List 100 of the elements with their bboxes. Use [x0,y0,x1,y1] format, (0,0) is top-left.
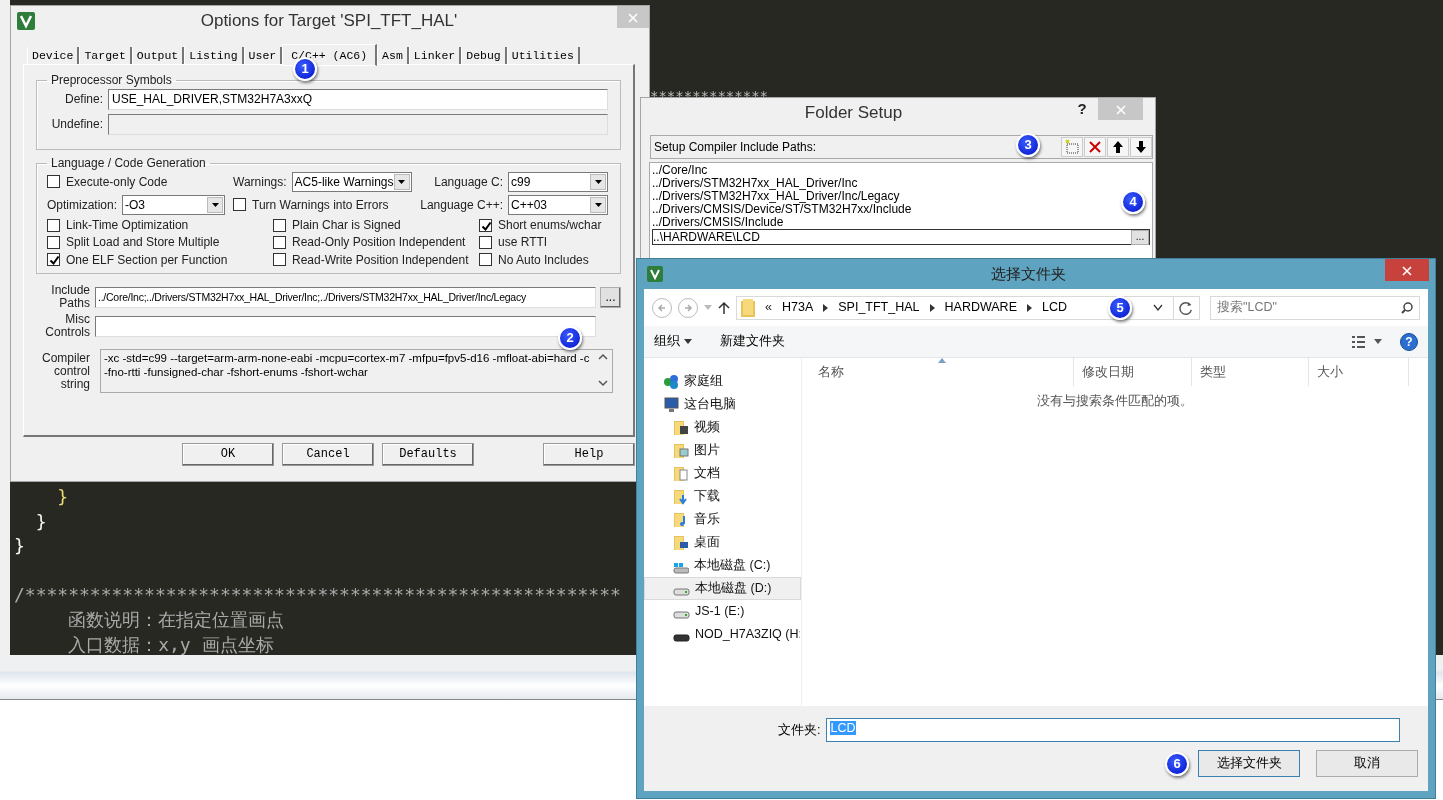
field-label: Define: [63,92,103,107]
checkbox[interactable] [479,253,492,267]
breadcrumb[interactable]: LCD [1042,300,1067,315]
drive-icon [673,610,690,619]
dialog-button[interactable]: Defaults [382,443,474,466]
dialog-button[interactable]: 选择文件夹 [1198,750,1300,777]
up-arrow-icon[interactable] [718,300,730,315]
checkbox[interactable] [47,218,60,232]
column-header[interactable]: 名称 [802,358,1074,386]
browse-button[interactable]: ... [600,286,621,308]
checkbox[interactable] [47,253,60,267]
chevron-icon[interactable] [1153,303,1163,312]
dialog-button[interactable]: Cancel [282,443,374,466]
checkbox[interactable] [233,198,246,212]
overflow-marker[interactable]: « [765,300,772,315]
checkbox[interactable] [47,175,60,189]
tab[interactable]: Utilities [506,47,580,64]
nav-item[interactable]: 家庭组 [644,370,801,393]
nav-item[interactable]: 下载 [644,485,801,508]
nav-item[interactable]: NOD_H7A3ZIQ (H: [644,623,801,646]
checkbox-label: Turn Warnings into Errors [252,197,389,213]
help-button[interactable]: ? [1400,332,1418,351]
checkbox-label: Read-Write Position Independent [292,252,469,268]
checkbox-label: Short enums/wchar [498,218,602,233]
nav-item[interactable]: 本地磁盘 (D:) [644,577,801,600]
checkbox[interactable] [273,218,286,232]
field-label: Optimization: [47,197,118,213]
folder-icon [673,442,689,459]
caret-icon [210,201,220,209]
breadcrumb[interactable]: SPI_TFT_HAL [838,300,920,315]
tab[interactable]: Listing [184,47,244,64]
tab[interactable]: Debug [461,47,507,64]
column-header[interactable]: 类型 [1192,358,1309,386]
delete-icon[interactable] [1087,139,1103,155]
nav-item[interactable]: 音乐 [644,508,801,531]
checkbox-label: Split Load and Store Multiple [66,235,220,250]
list-item[interactable]: ../Drivers/CMSIS/Device/ST/STM32H7xx/Include [652,203,912,216]
dialog-button[interactable]: Help [543,443,635,466]
search-field[interactable]: 搜索"LCD" [1210,295,1420,320]
checkbox-label: use RTTI [498,235,548,250]
tab[interactable]: Output [131,47,185,64]
breadcrumb[interactable]: HARDWARE [944,300,1017,315]
network-icon [663,373,679,390]
path-edit-field[interactable]: ..\HARDWARE\LCD ... [652,229,1150,245]
new-folder-button[interactable]: 新建文件夹 [720,334,785,349]
nav-item[interactable]: 图片 [644,439,801,462]
field-label: Undefine: [50,117,103,132]
new-folder-icon[interactable] [1064,139,1080,155]
dialog-button[interactable]: 取消 [1316,750,1418,777]
field-label: 文件夹: [778,722,821,738]
checkbox-label: One ELF Section per Function [66,252,228,268]
close-button[interactable] [1385,259,1429,281]
tab[interactable]: Asm [377,47,409,64]
tab[interactable]: Linker [408,47,462,64]
organize-menu[interactable]: 组织 [654,334,692,349]
undefine-field[interactable] [108,114,608,135]
checkbox[interactable] [273,236,286,250]
code-line: 入口数据：x,y 画点坐标 [67,632,275,655]
column-header[interactable]: 修改日期 [1074,358,1192,386]
folder-icon [741,298,755,317]
include-paths-field[interactable]: ../Core/Inc;../Drivers/STM32H7xx_HAL_Driver/Inc;../Drivers/STM32H7xx_HAL_Driver/Inc/Legacy [95,286,596,308]
tab[interactable]: User [243,47,283,64]
dropdown[interactable]: c99 [508,172,608,192]
code-line: } [14,534,26,559]
checkbox[interactable] [273,253,286,267]
nav-item[interactable]: 桌面 [644,531,801,554]
view-icon[interactable] [1352,335,1382,348]
tab[interactable]: Device [27,47,80,64]
checkbox[interactable] [47,236,60,250]
list-item[interactable]: ../Drivers/STM32H7xx_HAL_Driver/Inc [652,177,858,190]
help-button[interactable]: ? [1066,98,1098,120]
up-arrow-icon[interactable] [1110,139,1126,155]
group-title: Preprocessor Symbols [50,73,173,87]
nav-item[interactable]: JS-1 (E:) [644,600,801,623]
nav-item[interactable]: 本地磁盘 (C:) [644,554,801,577]
down-arrow-icon[interactable] [1133,139,1149,155]
column-header[interactable]: 大小 [1309,358,1409,386]
checkbox[interactable] [479,218,492,232]
dropdown[interactable]: -O3 [122,195,225,215]
field-label: Misc Controls [44,313,90,340]
nav-item[interactable]: 这台电脑 [644,393,801,416]
tab[interactable]: Target [79,47,132,64]
define-field[interactable]: USE_HAL_DRIVER,STM32H7A3xxQ [108,89,608,110]
code-line: 函数说明：在指定位置画点 [67,607,286,632]
code-line: ************** [650,87,768,106]
field-label: Include Paths [50,284,90,311]
search-icon[interactable] [1401,301,1413,314]
dialog-button[interactable]: OK [182,443,274,466]
list-item[interactable]: ../Drivers/STM32H7xx_HAL_Driver/Inc/Legacy [652,190,900,203]
caret-icon [684,339,692,344]
nav-item[interactable]: 文档 [644,462,801,485]
folder-icon [673,534,689,551]
dropdown[interactable]: AC5-like Warnings [291,172,412,192]
list-item[interactable]: ../Drivers/CMSIS/Include [652,216,784,229]
dropdown[interactable]: C++03 [508,195,608,215]
list-item[interactable]: ../Core/Inc [652,164,708,177]
checkbox[interactable] [479,236,492,250]
nav-item[interactable]: 视频 [644,416,801,439]
breadcrumb[interactable]: H73A [781,300,814,315]
browse-button[interactable]: ... [1131,229,1149,245]
